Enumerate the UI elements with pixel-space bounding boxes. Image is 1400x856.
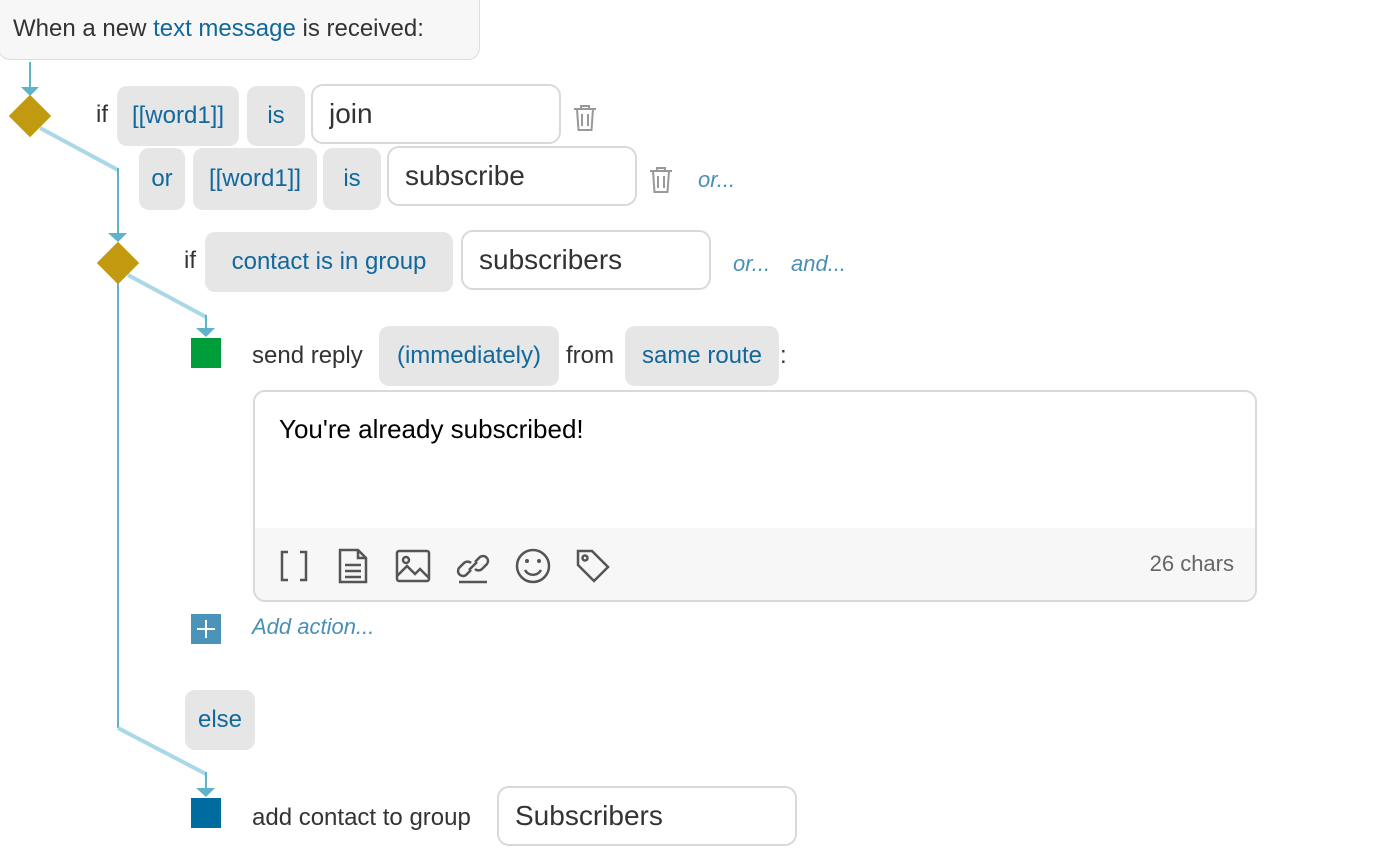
if-label-2: if bbox=[184, 247, 196, 274]
trigger-type-link[interactable]: text message bbox=[153, 15, 296, 42]
send-reply-action-icon bbox=[191, 338, 221, 368]
tag-icon[interactable] bbox=[573, 546, 613, 586]
condition-group-button[interactable]: contact is in group bbox=[205, 232, 453, 292]
character-count: 26 chars bbox=[1149, 551, 1234, 576]
trigger-suffix: is received: bbox=[302, 15, 424, 42]
group-name-input[interactable] bbox=[497, 786, 797, 846]
image-icon[interactable] bbox=[393, 546, 433, 586]
reply-route-button[interactable]: same route bbox=[625, 326, 779, 386]
or-operator-button[interactable]: or bbox=[139, 148, 185, 210]
add-or-condition-link-2[interactable]: or... bbox=[733, 253, 770, 275]
add-or-condition-link[interactable]: or... bbox=[698, 169, 735, 191]
condition-field-button[interactable]: [[word1]] bbox=[117, 86, 239, 146]
add-to-group-label: add contact to group bbox=[252, 804, 471, 831]
delete-condition-icon[interactable] bbox=[572, 104, 598, 132]
delete-condition-icon-2[interactable] bbox=[648, 166, 674, 194]
add-action-icon[interactable] bbox=[191, 614, 221, 644]
condition-field-button-2[interactable]: [[word1]] bbox=[193, 148, 317, 210]
condition-value-input[interactable] bbox=[311, 84, 561, 144]
document-icon[interactable] bbox=[333, 546, 373, 586]
condition-operator-button-2[interactable]: is bbox=[323, 148, 381, 210]
trigger-box: When a new text message is received: bbox=[0, 0, 480, 60]
add-to-group-action-icon bbox=[191, 798, 221, 828]
colon-label: : bbox=[780, 342, 787, 369]
from-label: from bbox=[566, 342, 614, 369]
link-icon[interactable] bbox=[453, 546, 493, 586]
send-reply-label: send reply bbox=[252, 342, 363, 369]
condition-operator-button[interactable]: is bbox=[247, 86, 305, 146]
condition-value-input-2[interactable] bbox=[387, 146, 637, 206]
message-text: You're already subscribed! bbox=[279, 414, 584, 444]
if-label: if bbox=[96, 101, 108, 128]
emoji-icon[interactable] bbox=[513, 546, 553, 586]
add-and-condition-link[interactable]: and... bbox=[791, 253, 846, 275]
group-value-input[interactable] bbox=[461, 230, 711, 290]
trigger-prefix: When a new bbox=[13, 15, 147, 42]
message-text-area[interactable]: You're already subscribed! bbox=[255, 392, 1255, 528]
reply-timing-button[interactable]: (immediately) bbox=[379, 326, 559, 386]
add-action-link[interactable]: Add action... bbox=[252, 616, 374, 638]
brackets-icon[interactable] bbox=[274, 546, 314, 586]
else-button[interactable]: else bbox=[185, 690, 255, 750]
